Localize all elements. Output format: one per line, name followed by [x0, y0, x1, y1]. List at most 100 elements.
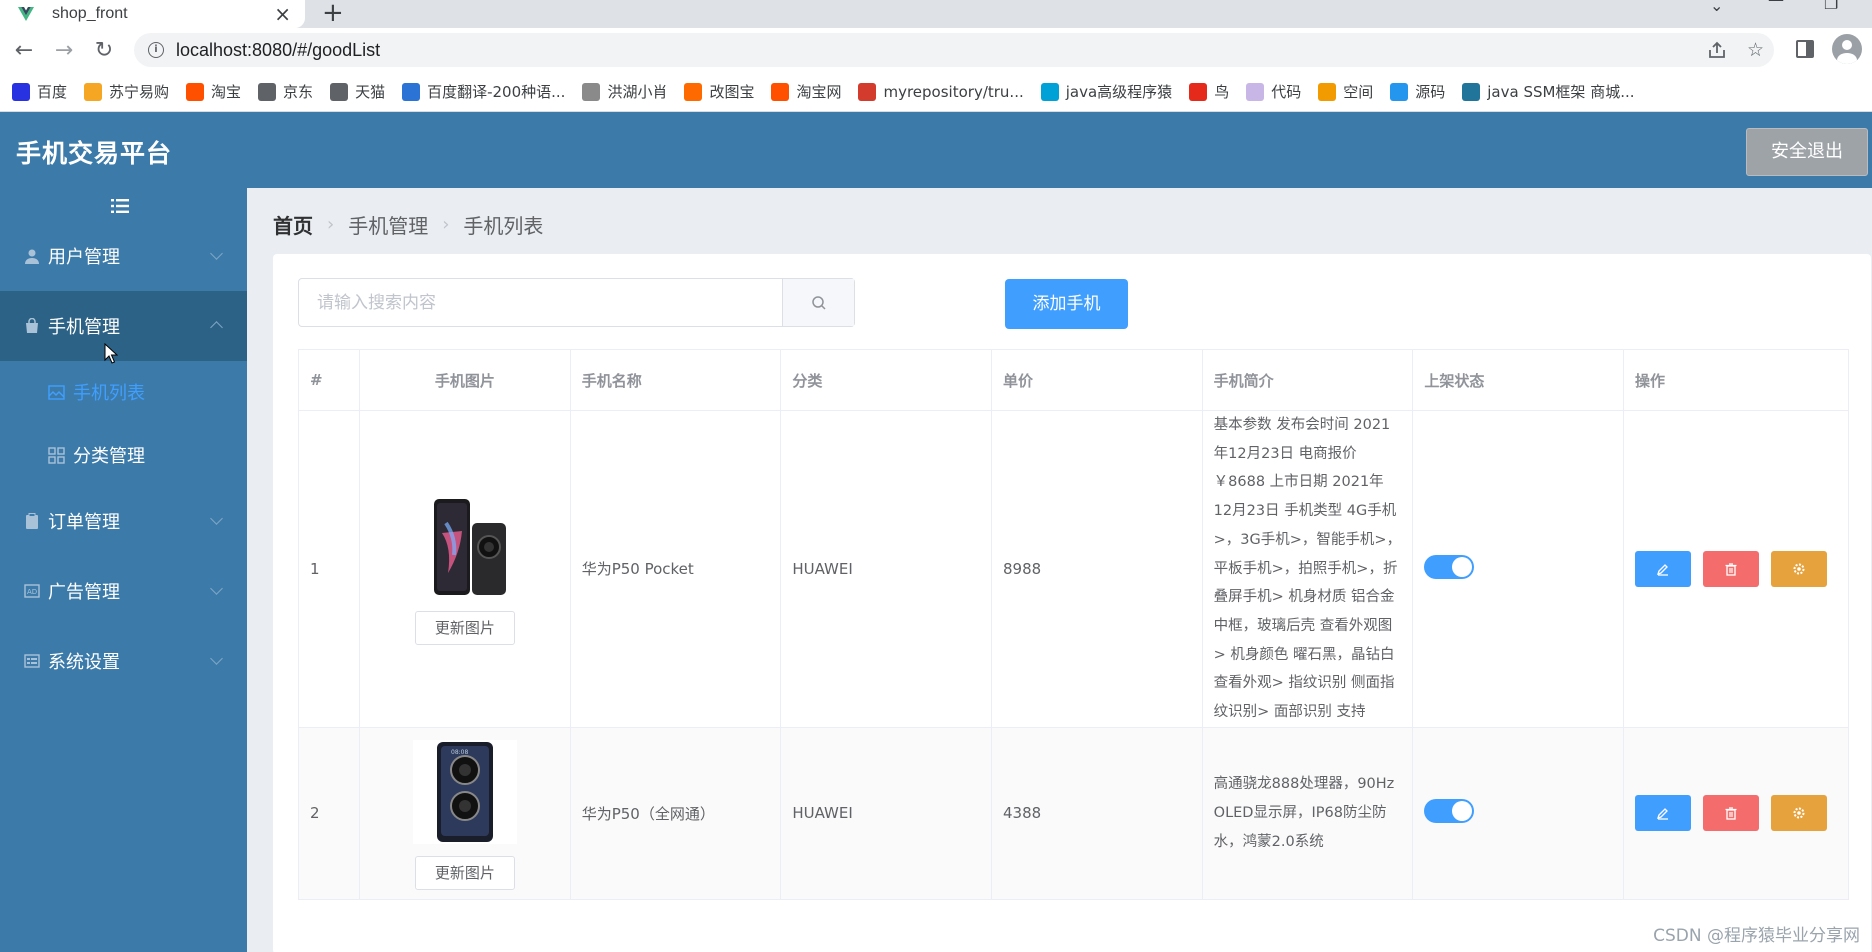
bookmark-label: 空间: [1343, 83, 1374, 101]
bookmark-item[interactable]: 源码: [1390, 81, 1445, 102]
bookmark-item[interactable]: 天猫: [330, 81, 385, 102]
bookmark-item[interactable]: 京东: [258, 81, 313, 102]
search-input[interactable]: [299, 279, 782, 326]
breadcrumb-home[interactable]: 首页: [273, 210, 313, 239]
bookmark-favicon-icon: [84, 82, 103, 101]
menu-label: 广告管理: [48, 582, 120, 603]
address-bar[interactable]: i localhost:8080/#/goodList ☆: [134, 33, 1774, 67]
bookmark-item[interactable]: java SSM框架 商城...: [1462, 81, 1635, 102]
search-button[interactable]: [782, 279, 854, 326]
reload-icon[interactable]: ↻: [84, 38, 124, 63]
bookmark-item[interactable]: 淘宝: [186, 81, 241, 102]
phone-table: # 手机图片 手机名称 分类 单价 手机简介 上架状态 操作 1 更新图片 华为…: [297, 349, 1850, 900]
menu-ad-management[interactable]: AD 广告管理: [0, 556, 247, 626]
settings-list-icon: [24, 654, 40, 668]
bookmark-favicon-icon: [12, 82, 30, 101]
bookmark-label: 鸟: [1214, 83, 1230, 101]
bookmark-item[interactable]: myrepository/tru...: [858, 82, 1024, 101]
tab-search-icon[interactable]: ⌄: [1710, 0, 1723, 15]
site-info-icon[interactable]: i: [148, 42, 164, 58]
status-cell: [1412, 726, 1624, 900]
bookmark-favicon-icon: [582, 82, 601, 101]
bookmark-item[interactable]: 苏宁易购: [84, 81, 169, 102]
new-tab-icon[interactable]: +: [322, 0, 344, 28]
submenu-phone-list[interactable]: 手机列表: [0, 361, 247, 423]
logout-button[interactable]: 安全退出: [1746, 128, 1868, 176]
bookmark-item[interactable]: 百度翻译-200种语...: [402, 81, 565, 102]
bookmark-item[interactable]: 洪湖小肖: [582, 81, 667, 102]
phone-category: HUAWEI: [780, 726, 992, 900]
sidebar: 用户管理 手机管理 手机列表 分类管理 订单管理 AD 广告管理 系统设置: [0, 188, 247, 952]
edit-button[interactable]: [1634, 795, 1691, 832]
column-header: 手机简介: [1201, 349, 1414, 411]
menu-system-settings[interactable]: 系统设置: [0, 626, 247, 696]
bookmark-item[interactable]: java高级程序猿: [1040, 81, 1172, 102]
csdn-watermark: CSDN @程序猿毕业分享网: [1653, 926, 1860, 946]
bookmark-label: 百度翻译-200种语...: [427, 83, 566, 101]
on-sale-switch[interactable]: [1424, 799, 1475, 824]
bookmark-favicon-icon: [1462, 82, 1481, 101]
menu-label: 系统设置: [48, 652, 120, 673]
bookmark-item[interactable]: 空间: [1318, 81, 1373, 102]
phone-category: HUAWEI: [780, 410, 992, 728]
bookmark-favicon-icon: [771, 82, 790, 101]
mouse-cursor-icon: [104, 343, 118, 364]
menu-phone-management[interactable]: 手机管理: [0, 291, 247, 361]
bookmark-favicon-icon: [402, 82, 421, 101]
bookmark-item[interactable]: 代码: [1246, 81, 1301, 102]
bookmark-item[interactable]: 淘宝网: [771, 81, 841, 102]
on-sale-switch[interactable]: [1424, 554, 1475, 579]
settings-button[interactable]: [1770, 550, 1827, 587]
app-title: 手机交易平台: [16, 139, 173, 168]
bookmarks-bar: 百度 苏宁易购 淘宝 京东 天猫 百度翻译-200种语... 洪湖小肖 改图宝 淘宝网 myrep…: [0, 72, 1872, 112]
update-image-button[interactable]: 更新图片: [414, 855, 515, 890]
delete-button[interactable]: [1702, 550, 1759, 587]
edit-button[interactable]: [1634, 550, 1691, 587]
profile-avatar-icon[interactable]: [1832, 34, 1862, 64]
chevron-down-icon: [210, 512, 223, 525]
update-image-button[interactable]: 更新图片: [414, 610, 515, 645]
tab-close-icon[interactable]: ×: [274, 2, 291, 26]
add-phone-button[interactable]: 添加手机: [1005, 279, 1128, 329]
bookmark-item[interactable]: 鸟: [1189, 81, 1229, 102]
back-icon[interactable]: ←: [4, 38, 44, 63]
bookmark-item[interactable]: 改图宝: [684, 81, 754, 102]
actions-cell: [1622, 726, 1850, 900]
share-icon[interactable]: [1707, 40, 1727, 60]
submenu-category-management[interactable]: 分类管理: [0, 424, 247, 486]
menu-user-management[interactable]: 用户管理: [0, 221, 247, 291]
collapse-menu-icon[interactable]: [110, 196, 130, 216]
bookmark-favicon-icon: [1040, 82, 1059, 101]
browser-tab[interactable]: shop_front ×: [0, 0, 305, 28]
bookmark-star-icon[interactable]: ☆: [1747, 39, 1764, 61]
bookmark-favicon-icon: [684, 82, 703, 101]
edit-icon: [1656, 808, 1668, 820]
breadcrumb-level1: 手机管理: [348, 214, 429, 238]
menu-order-management[interactable]: 订单管理: [0, 486, 247, 556]
status-cell: [1412, 410, 1624, 728]
phone-price: 8988: [991, 410, 1203, 728]
side-panel-icon[interactable]: [1796, 40, 1814, 58]
bookmark-favicon-icon: [186, 82, 205, 101]
tab-title: shop_front: [52, 5, 128, 22]
delete-button[interactable]: [1702, 795, 1759, 832]
row-index: 2: [297, 726, 361, 900]
bookmark-label: myrepository/tru...: [883, 82, 1024, 101]
minimize-icon[interactable]: —: [1768, 0, 1784, 9]
bookmark-label: 百度: [37, 83, 68, 101]
column-header: #: [297, 349, 361, 411]
forward-icon[interactable]: →: [44, 38, 84, 63]
delete-icon: [1725, 807, 1737, 820]
restore-icon[interactable]: ❐: [1824, 0, 1838, 13]
bookmark-favicon-icon: [1189, 82, 1208, 101]
row-index: 1: [297, 410, 361, 728]
url-text[interactable]: localhost:8080/#/goodList: [176, 40, 380, 61]
settings-button[interactable]: [1770, 795, 1827, 832]
bookmark-label: 淘宝网: [796, 83, 842, 101]
bookmark-item[interactable]: 百度: [12, 81, 67, 102]
search-icon: [811, 295, 826, 310]
menu-label: 手机管理: [48, 317, 120, 338]
phone-description: 高通骁龙888处理器，90Hz OLED显示屏，IP68防尘防水，鸿蒙2.0系统: [1201, 726, 1414, 900]
bookmark-favicon-icon: [1246, 82, 1265, 101]
column-header: 手机图片: [359, 349, 571, 411]
